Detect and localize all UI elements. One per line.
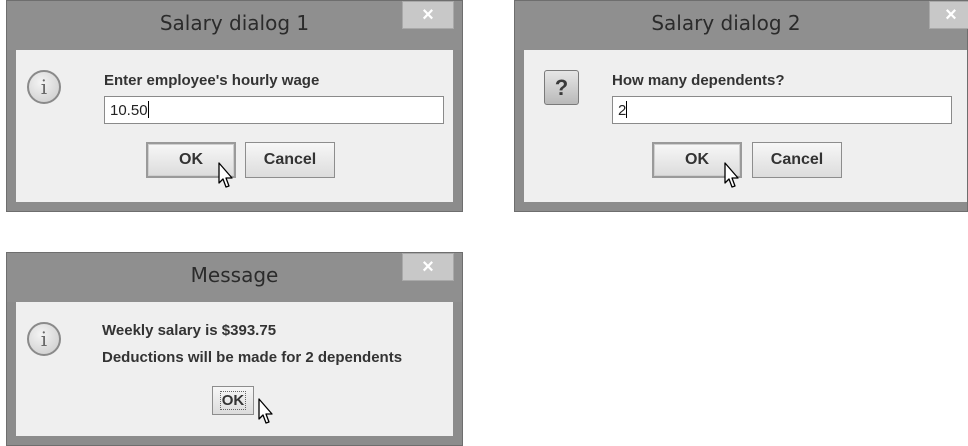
close-button[interactable]: ×	[402, 1, 454, 29]
hourly-wage-input[interactable]: 10.50	[104, 96, 444, 124]
information-icon: i	[27, 70, 61, 104]
close-icon: ×	[422, 255, 434, 278]
close-button[interactable]: ×	[929, 1, 968, 29]
prompt-label: Enter employee's hourly wage	[104, 72, 320, 89]
dialog-content: i Enter employee's hourly wage 10.50 OK …	[16, 50, 453, 202]
close-icon: ×	[422, 3, 434, 26]
mouse-pointer-icon	[724, 162, 739, 188]
dialog-content: i Weekly salary is $393.75 Deductions wi…	[16, 302, 453, 436]
close-button[interactable]: ×	[402, 253, 454, 281]
information-icon: i	[27, 322, 61, 356]
close-icon: ×	[945, 3, 957, 26]
cancel-button[interactable]: Cancel	[752, 142, 842, 178]
question-icon: ?	[544, 70, 579, 105]
deductions-message: Deductions will be made for 2 dependents	[102, 349, 403, 366]
title-bar[interactable]: Salary dialog 2 ×	[515, 1, 968, 50]
title-bar[interactable]: Salary dialog 1 ×	[7, 1, 462, 50]
salary-dialog-2: Salary dialog 2 × ? How many dependents?…	[514, 0, 968, 212]
salary-message: Weekly salary is $393.75	[102, 322, 277, 339]
title-bar[interactable]: Message ×	[7, 253, 462, 302]
text-caret	[626, 101, 628, 118]
message-dialog: Message × i Weekly salary is $393.75 Ded…	[6, 252, 463, 446]
salary-dialog-1: Salary dialog 1 × i Enter employee's hou…	[6, 0, 463, 212]
ok-button[interactable]: OK	[212, 386, 254, 415]
mouse-pointer-icon	[218, 162, 233, 188]
cancel-button[interactable]: Cancel	[245, 142, 335, 178]
mouse-pointer-icon	[258, 398, 273, 424]
prompt-label: How many dependents?	[612, 72, 785, 89]
text-caret	[147, 101, 149, 118]
dialog-content: ? How many dependents? 2 OK Cancel	[524, 50, 967, 202]
dialog-title: Salary dialog 2	[651, 11, 801, 35]
dialog-title: Message	[190, 263, 279, 287]
dependents-input[interactable]: 2	[612, 96, 952, 124]
dialog-title: Salary dialog 1	[159, 11, 310, 35]
